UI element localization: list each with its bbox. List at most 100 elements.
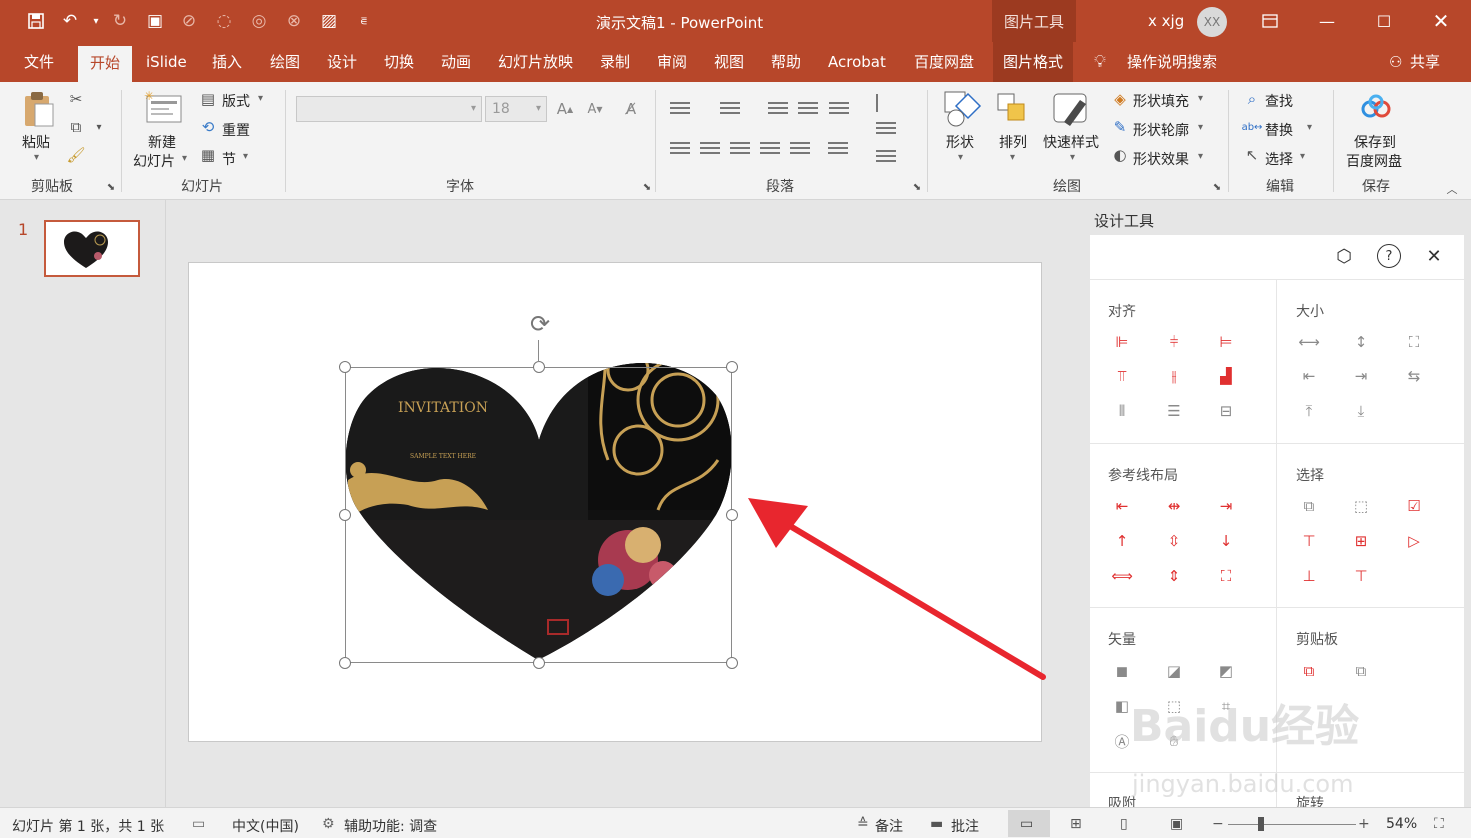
align-middle-v-icon[interactable]: ⫲ (1163, 365, 1185, 387)
distribute-v-icon[interactable]: ☰ (1163, 400, 1185, 422)
customize-qat-icon[interactable]: ⋷ (352, 9, 376, 33)
close-panel-icon[interactable]: ✕ (1422, 244, 1446, 268)
share-button[interactable]: 共享 (1400, 42, 1450, 82)
section-dropdown-icon[interactable]: ▾ (243, 151, 248, 162)
resize-handle-top[interactable] (533, 361, 545, 373)
tab-islide[interactable]: iSlide (136, 42, 197, 82)
font-size-field[interactable]: 18 ▾ (485, 96, 547, 122)
guide-bottom-icon[interactable]: ↓ (1215, 530, 1237, 552)
tab-home[interactable]: 开始 (78, 46, 132, 82)
zoom-in-icon[interactable]: + (1358, 816, 1370, 832)
guide-top-icon[interactable]: ↑ (1111, 530, 1133, 552)
shape-combine-icon[interactable]: ◌ (212, 9, 236, 33)
section-button[interactable]: 节 (222, 149, 236, 169)
shape-intersect-icon[interactable]: ⊗ (282, 9, 306, 33)
redo-icon[interactable]: ↻ (108, 9, 132, 33)
collapse-ribbon-icon[interactable]: ︿ (1444, 182, 1460, 196)
shape-fill-dropdown-icon[interactable]: ▾ (1198, 93, 1203, 104)
zoom-out-icon[interactable]: − (1212, 816, 1224, 832)
clipboard-launcher-icon[interactable]: ⬊ (104, 180, 118, 194)
tab-record[interactable]: 录制 (590, 42, 640, 82)
stretch-left-icon[interactable]: ⇤ (1298, 365, 1320, 387)
new-slide-label-2[interactable]: 幻灯片 (133, 151, 175, 171)
select-similar-icon[interactable]: ⧉ (1298, 495, 1320, 517)
drawing-launcher-icon[interactable]: ⬊ (1210, 180, 1224, 194)
select-same-type-icon[interactable]: ⬚ (1350, 495, 1372, 517)
new-slide-label-1[interactable]: 新建 (148, 132, 176, 152)
resize-handle-right[interactable] (726, 509, 738, 521)
comments-button[interactable]: 批注 (951, 816, 979, 836)
tab-slideshow[interactable]: 幻灯片放映 (488, 42, 583, 82)
paragraph-launcher-icon[interactable]: ⬊ (910, 180, 924, 194)
select-bottom-icon[interactable]: ⊥ (1298, 565, 1320, 587)
new-slide-icon[interactable]: ✳ (140, 88, 184, 128)
align-bottom-icon[interactable]: ▟ (1215, 365, 1237, 387)
zoom-slider-track[interactable] (1228, 824, 1356, 825)
present-icon[interactable]: ▣ (143, 9, 167, 33)
cut-icon[interactable]: ✂ (64, 88, 88, 110)
stretch-top-icon[interactable]: ⤒ (1298, 400, 1320, 422)
tab-draw[interactable]: 绘图 (260, 42, 310, 82)
paste-label[interactable]: 粘贴 (22, 132, 50, 152)
align-right-icon[interactable]: ⊨ (1215, 331, 1237, 353)
tab-design[interactable]: 设计 (317, 42, 367, 82)
layout-button[interactable]: 版式 (222, 91, 250, 111)
select-checked-icon[interactable]: ☑ (1403, 495, 1425, 517)
copy-style-icon[interactable]: ⧉ (1298, 660, 1320, 682)
vector-subtract-icon[interactable]: ◪ (1163, 660, 1185, 682)
copy-icon[interactable]: ⧉ (64, 116, 88, 138)
font-name-dropdown-icon[interactable]: ▾ (471, 97, 476, 121)
vector-intersect-icon[interactable]: ◩ (1215, 660, 1237, 682)
resize-handle-bottom-left[interactable] (339, 657, 351, 669)
distributed-icon[interactable] (790, 142, 810, 156)
reset-icon[interactable]: ⟲ (198, 118, 218, 136)
select-cursor-icon[interactable]: ▷ (1403, 530, 1425, 552)
guide-fill-icon[interactable]: ⛶ (1215, 565, 1237, 587)
shape-outline-dropdown-icon[interactable]: ▾ (1198, 122, 1203, 133)
ribbon-display-icon[interactable] (1254, 6, 1286, 36)
find-button[interactable]: 查找 (1265, 91, 1293, 111)
tab-file[interactable]: 文件 (14, 42, 64, 82)
increase-indent-icon[interactable] (798, 102, 818, 116)
tab-help[interactable]: 帮助 (761, 42, 811, 82)
paste-icon[interactable] (20, 90, 56, 130)
undo-icon[interactable]: ↶ (58, 9, 82, 33)
shape-effects-icon[interactable]: ◐ (1110, 146, 1130, 164)
maximize-icon[interactable]: ☐ (1368, 6, 1400, 36)
shape-fill-icon[interactable]: ◈ (1110, 90, 1130, 108)
fit-to-window-icon[interactable]: ⛶ (1434, 816, 1444, 832)
tab-review[interactable]: 审阅 (647, 42, 697, 82)
find-icon[interactable]: ⌕ (1242, 90, 1262, 108)
same-height-icon[interactable]: ↕ (1350, 331, 1372, 353)
select-dropdown-icon[interactable]: ▾ (1300, 151, 1305, 162)
quick-styles-label[interactable]: 快速样式 (1043, 132, 1099, 152)
font-launcher-icon[interactable]: ⬊ (640, 180, 654, 194)
increase-font-icon[interactable]: A ▲ (554, 98, 576, 120)
select-button[interactable]: 选择 (1265, 149, 1293, 169)
copy-dropdown-icon[interactable]: ▾ (92, 116, 106, 138)
guide-center-v-icon[interactable]: ⇳ (1163, 530, 1185, 552)
shapes-icon[interactable] (942, 88, 982, 128)
tab-transitions[interactable]: 切换 (374, 42, 424, 82)
replace-button[interactable]: 替换 (1265, 120, 1293, 140)
zoom-slider-thumb[interactable] (1258, 817, 1264, 831)
tab-view[interactable]: 视图 (704, 42, 754, 82)
tab-picture-format[interactable]: 图片格式 (993, 42, 1074, 82)
same-width-icon[interactable]: ⟷ (1298, 331, 1320, 353)
user-name[interactable]: x xjg (1148, 12, 1184, 30)
group-align-icon[interactable]: ⊟ (1215, 400, 1237, 422)
resize-handle-bottom[interactable] (533, 657, 545, 669)
resize-handle-top-right[interactable] (726, 361, 738, 373)
spell-check-icon[interactable]: ▭ (192, 816, 205, 832)
replace-icon[interactable]: ab↔ (1240, 118, 1264, 136)
smartart-icon[interactable] (876, 150, 896, 164)
tab-acrobat[interactable]: Acrobat (818, 42, 896, 82)
paste-style-icon[interactable]: ⧉ (1350, 660, 1372, 682)
justify-icon[interactable] (760, 142, 780, 156)
undo-dropdown-icon[interactable]: ▾ (84, 9, 108, 33)
replace-dropdown-icon[interactable]: ▾ (1307, 122, 1312, 133)
select-icon[interactable]: ↖ (1242, 146, 1262, 164)
arrange-icon[interactable] (996, 88, 1032, 128)
tell-me-search[interactable]: 操作说明搜索 (1117, 42, 1227, 82)
shape-union-icon[interactable]: ⊘ (177, 9, 201, 33)
